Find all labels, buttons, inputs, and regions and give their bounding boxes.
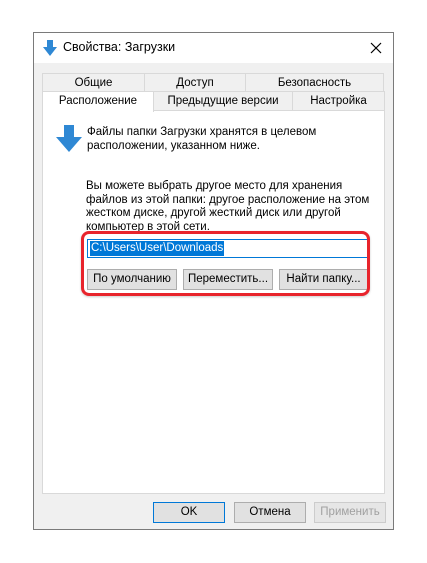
tab-location[interactable]: Расположение (42, 91, 154, 112)
window-title: Свойства: Загрузки (63, 40, 176, 54)
move-button[interactable]: Переместить... (183, 269, 273, 290)
tab-label: Предыдущие версии (167, 95, 279, 107)
tabs-back-row: Общие Доступ Безопасность (42, 73, 384, 92)
download-arrow-icon (43, 40, 57, 56)
download-arrow-icon (56, 125, 82, 152)
tab-label: Доступ (176, 77, 214, 89)
ok-button[interactable]: OK (153, 502, 225, 523)
tab-security[interactable]: Безопасность (245, 73, 384, 92)
title-bar: Свойства: Загрузки (34, 33, 393, 63)
folder-path-value: C:\Users\User\Downloads (90, 241, 225, 256)
tab-customize[interactable]: Настройка (292, 91, 385, 110)
location-description: Файлы папки Загрузки хранятся в целевом … (87, 126, 317, 152)
tab-label: Общие (74, 77, 113, 89)
properties-dialog: Свойства: Загрузки Общие Доступ Безопасн… (33, 32, 394, 530)
tabs-front-row: Расположение Предыдущие версии Настройка (42, 91, 385, 112)
find-folder-button[interactable]: Найти папку... (279, 269, 368, 290)
tab-label: Безопасность (277, 77, 352, 89)
tab-previous-versions[interactable]: Предыдущие версии (153, 91, 293, 110)
apply-button[interactable]: Применить (314, 502, 386, 523)
restore-default-button[interactable]: По умолчанию (87, 269, 177, 290)
location-info-text: Вы можете выбрать другое место для хране… (86, 180, 370, 233)
tab-general[interactable]: Общие (42, 73, 145, 92)
folder-path-input[interactable]: C:\Users\User\Downloads (87, 239, 369, 258)
tab-label: Настройка (310, 95, 367, 107)
cancel-button[interactable]: Отмена (234, 502, 306, 523)
tab-label: Расположение (58, 95, 138, 107)
close-button[interactable] (359, 33, 393, 63)
location-panel: Файлы папки Загрузки хранятся в целевом … (42, 110, 385, 494)
tab-sharing[interactable]: Доступ (144, 73, 246, 92)
close-icon (370, 42, 382, 54)
